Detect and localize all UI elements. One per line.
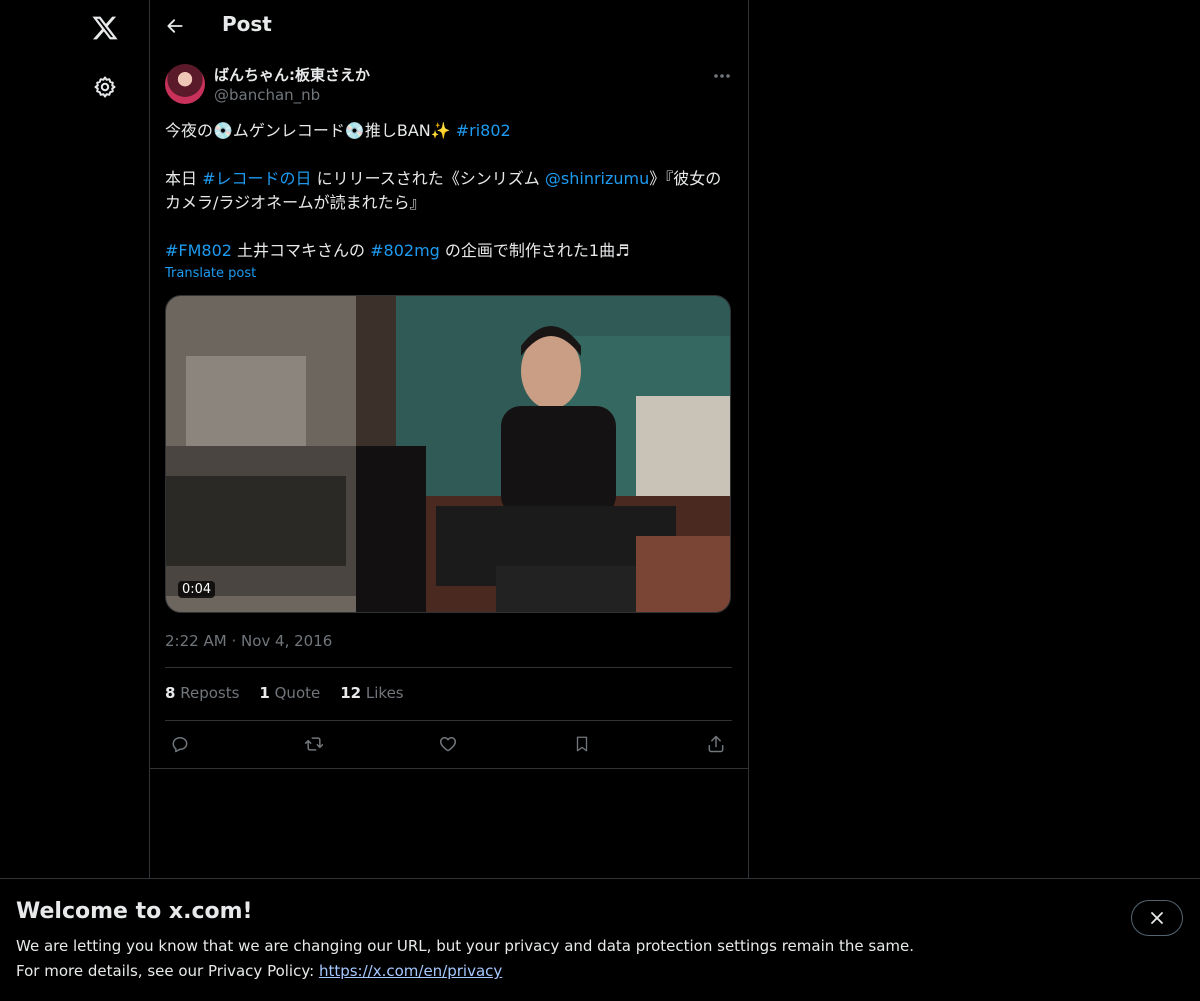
- banner-privacy-prefix: For more details, see our Privacy Policy…: [16, 962, 319, 980]
- quotes-stat[interactable]: 1 Quote: [259, 684, 320, 706]
- video-duration-badge: 0:04: [178, 581, 216, 598]
- arrow-left-icon: [167, 19, 183, 33]
- translate-post-link[interactable]: Translate post: [165, 266, 256, 281]
- bookmark-button[interactable]: [567, 730, 597, 758]
- x-logo-icon: [92, 16, 118, 40]
- close-icon: [1151, 912, 1163, 924]
- quotes-count: 1: [259, 684, 270, 702]
- reply-icon: [172, 737, 188, 753]
- privacy-policy-link[interactable]: https://x.com/en/privacy: [319, 962, 502, 980]
- text-segment: にリリースされた《シンリズム: [311, 169, 545, 188]
- video-player[interactable]: 0:04: [165, 295, 731, 613]
- banner-title: Welcome to x.com!: [16, 899, 253, 924]
- likes-count: 12: [340, 684, 362, 702]
- share-button[interactable]: [701, 730, 731, 758]
- text-segment: 今夜の💿ムゲンレコード💿推しBAN✨: [165, 121, 456, 140]
- post-actions: [165, 730, 731, 758]
- text-segment: 土井コマキさんの: [231, 241, 371, 260]
- divider: [165, 720, 732, 721]
- author-display-name[interactable]: ばんちゃん:板東さえか: [214, 64, 370, 85]
- text-segment: 本日: [165, 169, 203, 188]
- bookmark-icon: [576, 736, 588, 752]
- close-banner-button[interactable]: [1131, 900, 1183, 936]
- page-header: Post: [149, 0, 748, 53]
- quotes-label: Quote: [274, 684, 321, 702]
- divider: [149, 768, 748, 769]
- mention-link[interactable]: @shinrizumu: [545, 169, 649, 188]
- text-segment: の企画で制作された1曲♬: [439, 241, 630, 260]
- likes-label: Likes: [365, 684, 404, 702]
- more-dots-icon: [714, 74, 730, 78]
- like-icon: [439, 737, 457, 752]
- hashtag-link[interactable]: #ri802: [456, 121, 511, 140]
- repost-button[interactable]: [299, 730, 329, 758]
- post-stats: 8 Reposts 1 Quote 12 Likes: [165, 684, 404, 706]
- page-title: Post: [222, 12, 272, 36]
- like-button[interactable]: [433, 730, 463, 758]
- welcome-banner: Welcome to x.com! We are letting you kno…: [0, 878, 1200, 1001]
- post-text: 今夜の💿ムゲンレコード💿推しBAN✨ #ri802 本日 #レコードの日 にリリ…: [165, 119, 731, 263]
- banner-privacy-line: For more details, see our Privacy Policy…: [16, 962, 502, 980]
- avatar[interactable]: [165, 64, 205, 104]
- more-options-button[interactable]: [705, 64, 739, 88]
- hashtag-link[interactable]: #レコードの日: [202, 169, 311, 188]
- x-logo-button[interactable]: [81, 4, 129, 52]
- settings-button[interactable]: [81, 63, 129, 111]
- back-button[interactable]: [157, 8, 193, 44]
- hashtag-link[interactable]: #FM802: [165, 241, 232, 260]
- share-icon: [708, 735, 724, 753]
- post-timestamp[interactable]: 2:22 AM · Nov 4, 2016: [165, 632, 332, 650]
- post-date: Nov 4, 2016: [241, 632, 333, 650]
- divider: [165, 667, 732, 668]
- reposts-stat[interactable]: 8 Reposts: [165, 684, 239, 706]
- reply-button[interactable]: [165, 730, 195, 758]
- hashtag-link[interactable]: #802mg: [370, 241, 440, 260]
- reposts-count: 8: [165, 684, 176, 702]
- likes-stat[interactable]: 12 Likes: [340, 684, 403, 706]
- gear-icon: [94, 76, 116, 98]
- left-nav: [0, 0, 150, 1000]
- video-thumbnail: [166, 296, 730, 612]
- timestamp-separator: ·: [231, 632, 237, 650]
- main-column: Post ばんちゃん:板東さえか @banchan_nb 今夜の💿ムゲンレコード…: [149, 0, 749, 1000]
- post-time: 2:22 AM: [165, 632, 227, 650]
- reposts-label: Reposts: [180, 684, 240, 702]
- repost-icon: [304, 737, 324, 751]
- author-handle[interactable]: @banchan_nb: [214, 86, 320, 104]
- banner-message: We are letting you know that we are chan…: [16, 937, 915, 955]
